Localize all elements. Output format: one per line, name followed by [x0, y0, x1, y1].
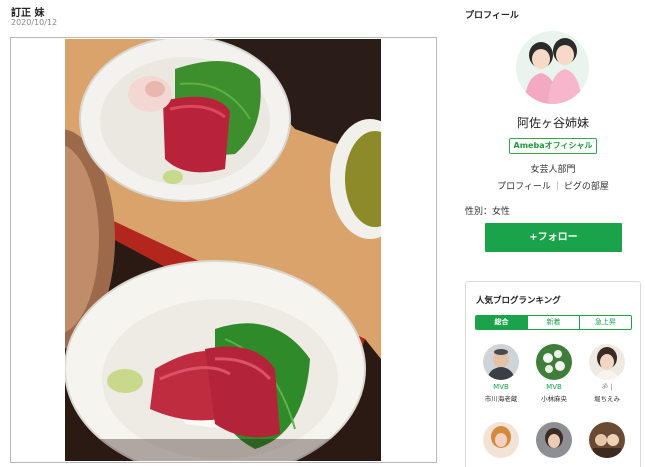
follow-button[interactable]: +フォロー — [485, 223, 622, 252]
ranking-avatar — [483, 422, 519, 458]
rank-badge — [527, 461, 581, 467]
profile-heading: プロフィール — [465, 11, 519, 21]
ranking-item[interactable] — [474, 422, 528, 467]
blog-name[interactable]: 阿佐ヶ谷姉妹 — [465, 114, 641, 131]
ranking-panel: 人気ブログランキング 総合 新着 急上昇 MVB 市川海老蔵 MVB 小林麻央 … — [465, 281, 641, 467]
ranking-avatar — [483, 344, 519, 380]
profile-links: プロフィール ピグの部屋 — [465, 179, 641, 192]
ranking-name: 市川海老蔵 — [484, 395, 518, 403]
mvb-badge: MVB — [493, 383, 509, 391]
post-photo-frame — [10, 37, 437, 463]
category-label: 女芸人部門 — [530, 165, 576, 175]
ranking-item[interactable] — [580, 422, 634, 467]
ranking-name: 小林麻央 — [541, 395, 567, 403]
official-badge: Amebaオフィシャル — [509, 138, 597, 154]
tab-rising[interactable]: 急上昇 — [579, 316, 631, 329]
post-date: 2020/10/12 — [11, 18, 58, 27]
sashimi-photo[interactable] — [65, 39, 381, 461]
rank-badge: ॐ | — [601, 383, 613, 391]
link-divider — [556, 181, 558, 190]
ranking-tabs: 総合 新着 急上昇 — [475, 315, 632, 330]
rank-badge — [580, 461, 634, 467]
ranking-name: 堀ちえみ — [594, 395, 620, 403]
pigg-room-link[interactable]: ピグの部屋 — [564, 182, 609, 192]
ranking-avatar — [589, 344, 625, 380]
profile-avatar[interactable] — [516, 31, 589, 104]
profile-link[interactable]: プロフィール — [497, 182, 551, 192]
ranking-item[interactable]: MVB 市川海老蔵 — [474, 344, 528, 403]
ranking-avatar — [536, 344, 572, 380]
gender-label: 性別：女性 — [465, 207, 511, 217]
ranking-item[interactable]: MVB 小林麻央 — [527, 344, 581, 403]
rank-badge — [474, 461, 528, 467]
ranking-title: 人気ブログランキング — [476, 296, 561, 306]
mvb-badge: MVB — [546, 383, 562, 391]
ranking-item[interactable] — [527, 422, 581, 467]
tab-overall[interactable]: 総合 — [476, 316, 527, 329]
post-title[interactable]: 訂正 妹 — [11, 4, 44, 19]
tab-new[interactable]: 新着 — [527, 316, 579, 329]
ranking-avatar — [589, 422, 625, 458]
ranking-avatar — [536, 422, 572, 458]
ranking-item[interactable]: ॐ | 堀ちえみ — [580, 344, 634, 403]
